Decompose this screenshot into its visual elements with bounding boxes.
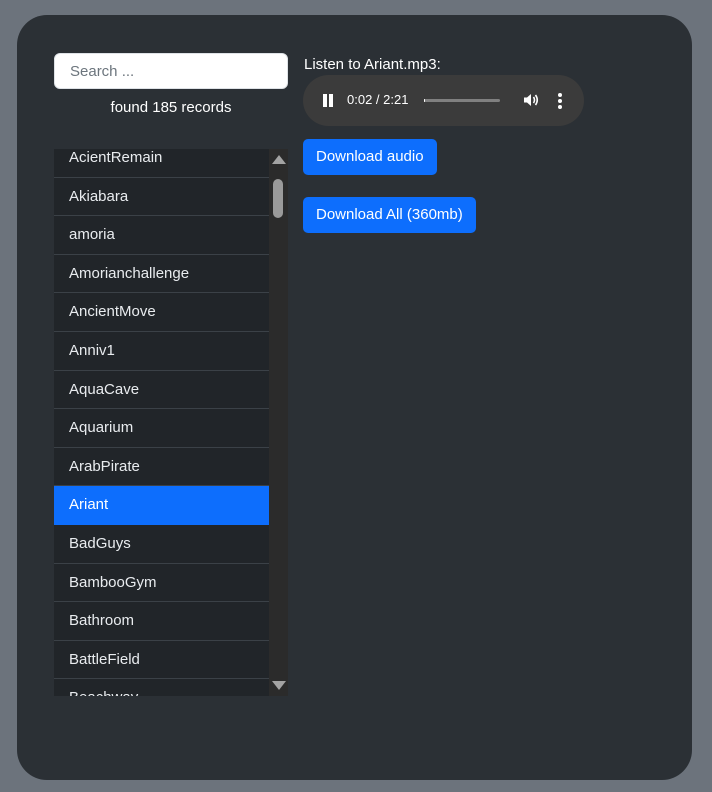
list-item[interactable]: BambooGym	[54, 563, 269, 603]
list-item[interactable]: Aquarium	[54, 409, 269, 448]
list-item[interactable]: Bathroom	[54, 602, 269, 641]
volume-icon[interactable]	[523, 92, 539, 108]
progress-fill	[424, 99, 426, 102]
progress-slider[interactable]	[424, 99, 500, 102]
playback-time: 0:02 / 2:21	[347, 92, 409, 107]
list-item[interactable]: Ariant	[54, 486, 269, 525]
search-input[interactable]	[54, 53, 288, 89]
records-list-items: AcientRemain Akiabara amoria Amorianchallen…	[54, 149, 269, 696]
list-item[interactable]: Akiabara	[54, 177, 269, 217]
download-audio-button[interactable]: Download audio	[303, 139, 437, 175]
records-list[interactable]: AcientRemain Akiabara amoria Amorianchallen…	[54, 149, 288, 696]
list-item[interactable]: BadGuys	[54, 524, 269, 564]
audio-player[interactable]: 0:02 / 2:21	[303, 75, 584, 126]
scroll-down-arrow-icon[interactable]	[272, 681, 286, 690]
list-item[interactable]: Anniv1	[54, 331, 269, 371]
list-item[interactable]: AquaCave	[54, 370, 269, 410]
download-all-button[interactable]: Download All (360mb)	[303, 197, 476, 233]
listen-label: Listen to Ariant.mp3:	[304, 56, 441, 73]
pause-icon[interactable]	[322, 94, 334, 107]
list-item[interactable]: AncientMove	[54, 293, 269, 332]
more-vertical-icon[interactable]	[557, 93, 563, 109]
list-item[interactable]: Amorianchallenge	[54, 254, 269, 294]
list-item[interactable]: BattleField	[54, 640, 269, 680]
records-count: found 185 records	[110, 99, 232, 116]
list-item[interactable]: ArabPirate	[54, 447, 269, 487]
scroll-thumb[interactable]	[273, 179, 283, 218]
scroll-up-arrow-icon[interactable]	[272, 155, 286, 164]
list-item[interactable]: amoria	[54, 216, 269, 255]
list-item[interactable]: AcientRemain	[54, 149, 269, 178]
list-scrollbar[interactable]	[269, 149, 288, 696]
list-item[interactable]: Beachway	[54, 679, 269, 696]
